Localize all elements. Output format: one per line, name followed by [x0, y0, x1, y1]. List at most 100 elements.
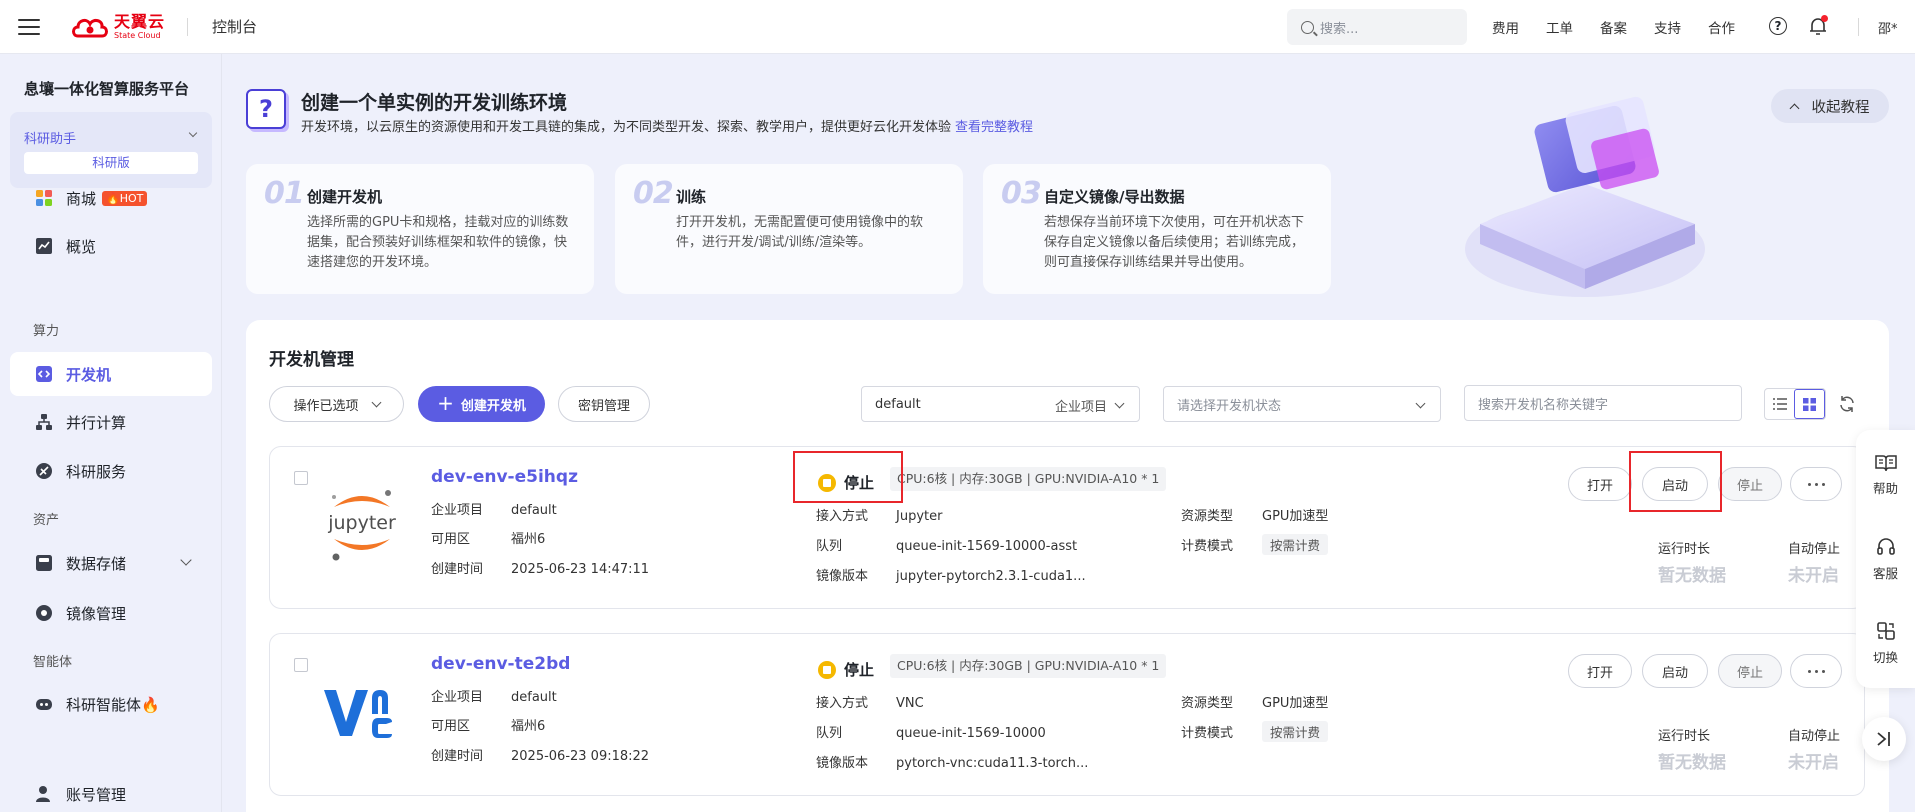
create-devmachine-button[interactable]: + 创建开发机	[418, 386, 545, 422]
search-icon	[1301, 20, 1314, 34]
highlight-start-box	[1629, 451, 1722, 512]
key-management-label: 密钥管理	[577, 398, 630, 414]
collapse-tutorial-button[interactable]: 收起教程	[1771, 89, 1889, 123]
more-actions-icon[interactable]	[1790, 654, 1842, 688]
zone-value: 福州6	[511, 532, 546, 547]
restype-label: 资源类型	[1181, 509, 1234, 524]
disc-icon	[34, 603, 54, 623]
top-search-input[interactable]: 搜索...	[1287, 9, 1467, 45]
project-select[interactable]: default 企业项目	[861, 386, 1140, 422]
batch-ops-dropdown[interactable]: 操作已选项	[269, 386, 404, 422]
sidebar-item-research[interactable]: 科研服务	[10, 449, 212, 493]
switch-float-button[interactable]: 切换	[1856, 608, 1915, 678]
sidebar-item-devmachine[interactable]: 开发机	[10, 352, 212, 396]
zone-row: 可用区 福州6	[431, 715, 545, 734]
top-link-tickets[interactable]: 工单	[1546, 17, 1573, 37]
tutorial-link[interactable]: 查看完整教程	[955, 120, 1033, 135]
service-float-button[interactable]: 客服	[1856, 524, 1915, 594]
grid-view-icon[interactable]	[1794, 389, 1825, 419]
access-value: Jupyter	[896, 509, 943, 524]
logo[interactable]: 天翼云 State Cloud	[70, 13, 165, 40]
step-desc: 打开开发机，无需配置便可使用镜像中的软件，进行开发/调试/训练/渲染等。	[676, 215, 924, 250]
menu-icon[interactable]	[18, 18, 40, 35]
key-management-button[interactable]: 密钥管理	[558, 386, 650, 422]
access-row: 接入方式 VNC	[816, 692, 924, 711]
sidebar-item-label: 镜像管理	[66, 604, 127, 623]
top-link-filing[interactable]: 备案	[1600, 17, 1627, 37]
edition-badge: 科研版	[24, 152, 198, 174]
top-link-partner[interactable]: 合作	[1708, 17, 1735, 37]
runtime-label: 运行时长	[1658, 542, 1711, 557]
sidebar-item-overview[interactable]: 概览	[10, 224, 212, 268]
sidebar-item-storage[interactable]: 数据存储	[10, 541, 212, 585]
top-link-support[interactable]: 支持	[1654, 17, 1681, 37]
billing-label: 计费模式	[1181, 726, 1234, 741]
stop-label: 停止	[1736, 665, 1763, 681]
autostop-value: 未开启	[1788, 566, 1839, 586]
autostop-value: 未开启	[1788, 753, 1839, 773]
project-value: default	[511, 690, 557, 705]
sidebar-item-agent[interactable]: 科研智能体🔥	[10, 682, 212, 726]
start-button[interactable]: 启动	[1642, 654, 1708, 688]
sidebar-item-images[interactable]: 镜像管理	[10, 591, 212, 635]
bell-icon[interactable]	[1808, 15, 1828, 36]
open-button[interactable]: 打开	[1568, 654, 1632, 688]
user-name[interactable]: 邵*	[1878, 18, 1898, 37]
project-label: 企业项目	[431, 690, 484, 705]
more-actions-icon[interactable]	[1790, 467, 1842, 501]
sidebar-item-account[interactable]: 账号管理	[10, 772, 212, 812]
image-value: pytorch-vnc:cuda11.3-torch...	[896, 756, 1089, 771]
status-select[interactable]: 请选择开发机状态	[1163, 386, 1441, 422]
batch-ops-label: 操作已选项	[293, 398, 359, 414]
highlight-status-box	[793, 451, 903, 503]
devmachine-name-link[interactable]: dev-env-te2bd	[431, 654, 570, 674]
devmachine-name-link[interactable]: dev-env-e5ihqz	[431, 467, 578, 487]
runtime-label: 运行时长	[1658, 729, 1711, 744]
select-checkbox[interactable]	[294, 471, 308, 485]
step-number: 02	[633, 176, 674, 211]
billing-tag: 按需计费	[1262, 534, 1329, 555]
devmachine-search-input[interactable]: 搜索开发机名称关键字	[1464, 385, 1742, 421]
spec-tag: CPU:6核 | 内存:30GB | GPU:NVIDIA-A10 * 1	[890, 467, 1167, 491]
devmachine-card: dev-env-te2bd 企业项目 default 可用区 福州6 创建时间 202…	[269, 633, 1865, 796]
top-link-fees[interactable]: 费用	[1492, 17, 1519, 37]
search-placeholder: 搜索开发机名称关键字	[1478, 397, 1609, 413]
image-row: 镜像版本 pytorch-vnc:cuda11.3-torch...	[816, 752, 1088, 771]
sidebar-item-label: 账号管理	[66, 785, 127, 804]
sidebar-item-parallel[interactable]: 并行计算	[10, 400, 212, 444]
queue-value: queue-init-1569-10000	[896, 726, 1046, 741]
help-float-button[interactable]: 帮助	[1856, 440, 1915, 510]
created-value: 2025-06-23 09:18:22	[511, 749, 650, 764]
view-toggle	[1764, 388, 1826, 420]
section-agent: 智能体	[33, 655, 73, 670]
database-icon	[34, 553, 54, 573]
zone-label: 可用区	[431, 719, 471, 734]
store-icon	[34, 188, 54, 208]
sidebar-item-store[interactable]: 商城 🔥HOT	[10, 176, 212, 220]
stop-button[interactable]: 停止	[1718, 654, 1782, 688]
select-checkbox[interactable]	[294, 658, 308, 672]
banner-title: 创建一个单实例的开发训练环境	[301, 92, 568, 114]
plus-icon: +	[437, 391, 454, 415]
chevron-down-icon	[1114, 398, 1125, 408]
step-desc: 若想保存当前环境下次使用，可在开机状态下保存自定义镜像以备后续使用；若训练完成，…	[1044, 215, 1305, 270]
list-view-icon[interactable]	[1765, 389, 1794, 419]
restype-row: 资源类型 GPU加速型	[1181, 692, 1328, 711]
cloud-logo-icon	[72, 18, 108, 37]
refresh-icon[interactable]	[1838, 395, 1856, 413]
open-button[interactable]: 打开	[1568, 467, 1632, 501]
stop-button[interactable]: 停止	[1718, 467, 1782, 501]
chevron-down-icon	[188, 128, 198, 138]
start-label: 启动	[1661, 665, 1688, 681]
devmachine-card: jupyter dev-env-e5ihqz 企业项目 default 可用区 福州…	[269, 446, 1865, 609]
help-icon[interactable]: ?	[1768, 16, 1788, 36]
console-title[interactable]: 控制台	[212, 16, 257, 37]
access-value: VNC	[896, 696, 924, 711]
robot-icon	[34, 694, 54, 714]
created-value: 2025-06-23 14:47:11	[511, 562, 650, 577]
svg-text:jupyter: jupyter	[327, 512, 396, 534]
step-number: 03	[1001, 176, 1042, 211]
collapse-panel-icon[interactable]	[1862, 717, 1906, 761]
billing-label: 计费模式	[1181, 539, 1234, 554]
status-badge: 停止	[818, 659, 874, 680]
